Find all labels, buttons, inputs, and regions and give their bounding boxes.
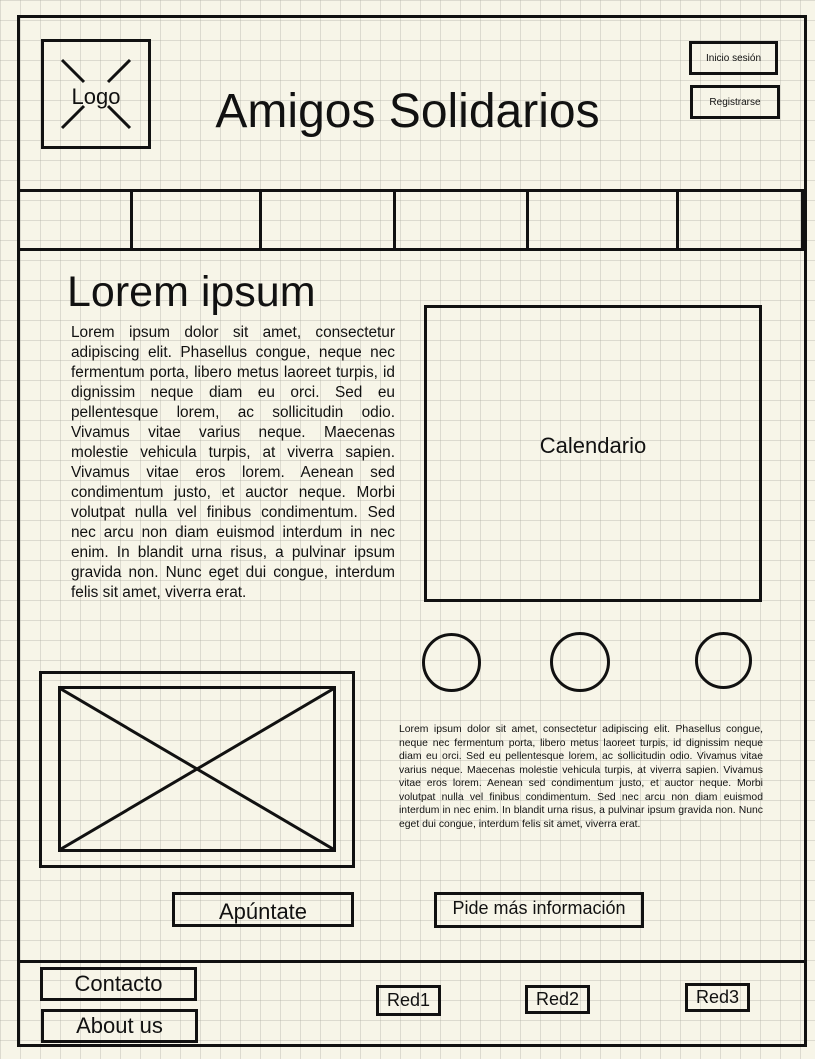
nav-item-2[interactable] xyxy=(133,192,259,250)
social-red1-button[interactable]: Red1 xyxy=(376,985,441,1016)
social-red3-button[interactable]: Red3 xyxy=(685,983,750,1012)
logo-label: Logo xyxy=(71,84,121,109)
image-placeholder-icon xyxy=(61,689,333,849)
carousel-dot-3[interactable] xyxy=(695,632,752,689)
image-placeholder xyxy=(58,686,336,852)
more-info-button[interactable]: Pide más información xyxy=(434,892,644,928)
nav-item-4[interactable] xyxy=(396,192,526,250)
nav-item-5[interactable] xyxy=(529,192,676,250)
calendar-label: Calendario xyxy=(539,432,647,458)
carousel-dot-1[interactable] xyxy=(422,633,481,692)
site-title: Amigos Solidarios xyxy=(215,85,600,138)
about-us-button[interactable]: About us xyxy=(41,1009,198,1043)
section-heading: Lorem ipsum xyxy=(67,268,316,316)
footer-top-border xyxy=(17,960,807,963)
nav-item-6[interactable] xyxy=(679,192,801,250)
nav-item-3[interactable] xyxy=(262,192,393,250)
carousel-dot-2[interactable] xyxy=(550,632,610,692)
intro-paragraph: Lorem ipsum dolor sit amet, consectetur … xyxy=(71,324,395,601)
calendar-widget[interactable]: Calendario xyxy=(424,305,762,602)
info-paragraph: Lorem ipsum dolor sit amet, consectetur … xyxy=(399,724,763,830)
social-red2-button[interactable]: Red2 xyxy=(525,985,590,1014)
signup-button[interactable]: Apúntate xyxy=(172,892,354,927)
nav-item-1[interactable] xyxy=(20,192,130,250)
nav-divider xyxy=(801,190,804,250)
login-button[interactable]: Inicio sesión xyxy=(689,41,778,75)
contact-button[interactable]: Contacto xyxy=(40,967,197,1001)
register-button[interactable]: Registrarse xyxy=(690,85,780,119)
logo-placeholder: Logo xyxy=(41,39,151,149)
